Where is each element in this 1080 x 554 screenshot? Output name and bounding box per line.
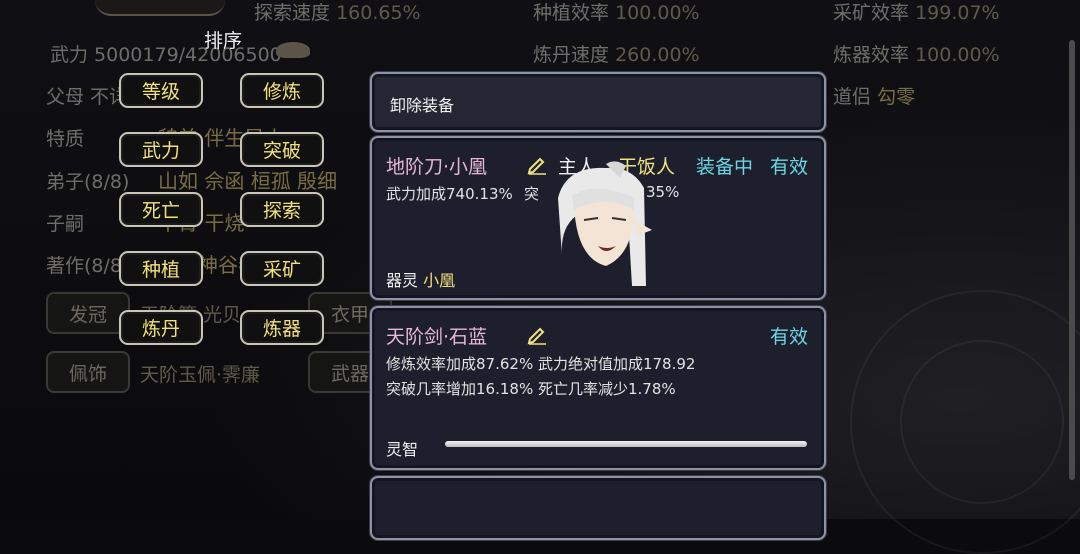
- sort-power-button[interactable]: 武力: [119, 132, 203, 167]
- power-ornament-icon: [276, 42, 310, 58]
- valid-status: 有效: [770, 156, 809, 178]
- works-label: 著作(8/8): [46, 255, 130, 277]
- sort-level-button[interactable]: 等级: [119, 73, 203, 108]
- sort-menu-title: 排序: [204, 30, 243, 52]
- sort-death-button[interactable]: 死亡: [119, 192, 203, 227]
- wisdom-progress-bar: [445, 441, 807, 447]
- equipment-name: 地阶刀·小凰: [386, 156, 488, 178]
- sort-cultivation-button[interactable]: 修炼: [240, 73, 324, 108]
- sort-forging-button[interactable]: 炼器: [240, 310, 324, 345]
- unequip-button[interactable]: 卸除装备: [370, 72, 826, 132]
- disciples-label: 弟子(8/8): [46, 171, 130, 193]
- background-swirl-ornament: [900, 340, 1064, 504]
- stat-power: 武力 5000179/42006500: [50, 44, 282, 66]
- disciples-value: 山如 佘函 桓孤 殷细: [158, 169, 338, 193]
- valid-status: 有效: [770, 326, 809, 348]
- stat-mining: 采矿效率 199.07%: [833, 2, 1000, 24]
- equipment-card[interactable]: [370, 476, 826, 540]
- stat-explore-speed: 探索速度 160.65%: [254, 2, 421, 24]
- sort-alchemy-button[interactable]: 炼丹: [119, 310, 203, 345]
- slot-accessory-button[interactable]: 佩饰: [46, 351, 130, 393]
- scrollbar[interactable]: [1069, 40, 1075, 480]
- character-portrait-fragment: [95, 0, 225, 16]
- effect-line: 武力加成740.13%: [386, 185, 513, 203]
- sort-mining-button[interactable]: 采矿: [240, 251, 324, 286]
- sort-explore-button[interactable]: 探索: [240, 192, 324, 227]
- sort-breakthrough-button[interactable]: 突破: [240, 132, 324, 167]
- parents-label: 父母 不详: [46, 86, 129, 108]
- equipment-name: 天阶剑·石蓝: [386, 326, 488, 348]
- spirit-info: 器灵 小凰: [386, 271, 456, 290]
- stat-alchemy-speed: 炼丹速度 260.00%: [533, 44, 700, 66]
- sort-planting-button[interactable]: 种植: [119, 251, 203, 286]
- equipped-badge: 装备中: [696, 156, 754, 178]
- slot-accessory-value: 天阶玉佩·霁廉: [140, 364, 261, 386]
- trait-label: 特质: [46, 128, 85, 150]
- heir-label: 子嗣: [46, 213, 85, 235]
- effect-line: 修炼效率加成87.62% 武力绝对值加成178.92: [386, 355, 696, 373]
- edit-pencil-icon[interactable]: [526, 323, 548, 345]
- stat-forging: 炼器效率 100.00%: [833, 44, 1000, 66]
- stat-planting: 种植效率 100.00%: [533, 2, 700, 24]
- weapon-spirit-portrait: [558, 161, 652, 286]
- slot-crown-button[interactable]: 发冠: [46, 292, 130, 334]
- effect-line: 突破几率增加16.18% 死亡几率减少1.78%: [386, 380, 676, 398]
- unequip-label: 卸除装备: [390, 96, 455, 115]
- partner-info: 道侣 勾零: [833, 86, 916, 108]
- wisdom-label: 灵智: [386, 440, 419, 459]
